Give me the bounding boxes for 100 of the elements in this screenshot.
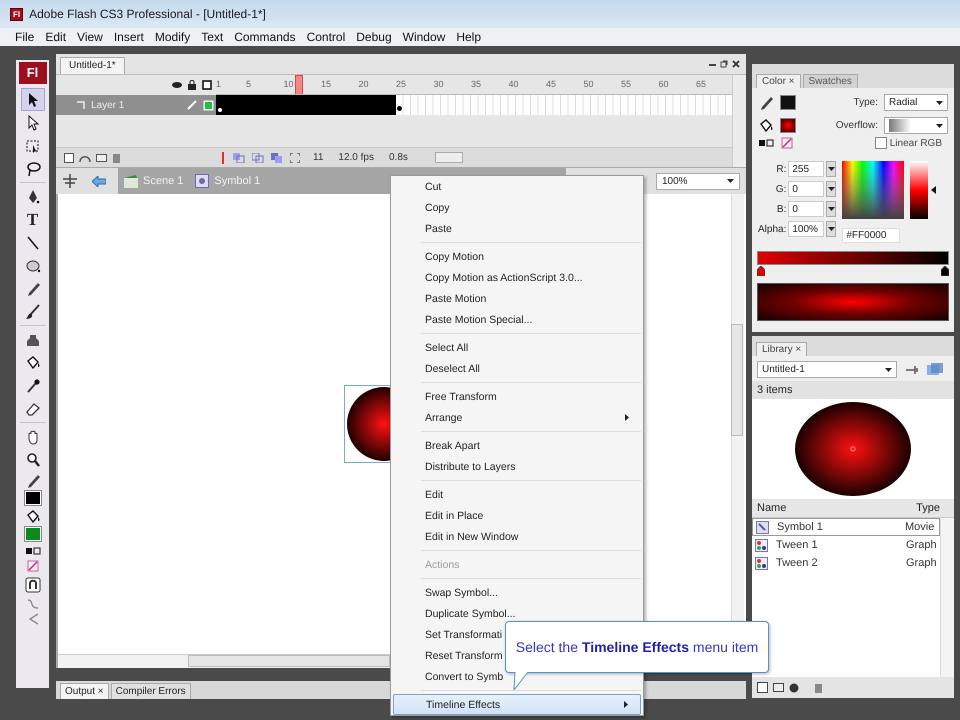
menu-item[interactable]: Break Apart [393, 435, 641, 456]
lock-icon[interactable] [188, 80, 196, 90]
menu-item[interactable]: Debug [351, 30, 397, 44]
properties-icon[interactable] [789, 682, 799, 692]
menu-item[interactable]: Cut [393, 176, 641, 197]
back-arrow-icon[interactable] [92, 176, 106, 186]
trash-icon[interactable] [112, 152, 121, 163]
zoom-dropdown[interactable]: 100% [656, 172, 740, 190]
library-item[interactable]: Tween 2 Graph [752, 554, 940, 572]
panel-tab[interactable]: Library × [756, 342, 808, 356]
circle-symbol[interactable] [344, 385, 390, 463]
brightness-slider[interactable] [910, 161, 936, 219]
menu-item[interactable]: Arrange [393, 407, 641, 428]
folder-icon[interactable] [96, 153, 107, 162]
color-stop[interactable] [941, 266, 949, 276]
column-header[interactable]: Name [757, 502, 786, 514]
menu-item[interactable]: Edit [40, 30, 72, 44]
gradient-bar[interactable] [757, 251, 949, 265]
column-header[interactable]: Type [916, 502, 940, 514]
pin-icon[interactable] [905, 364, 919, 376]
menu-item[interactable]: Window [398, 30, 450, 44]
menu-item[interactable]: Edit [393, 484, 641, 505]
menu-item[interactable]: Paste Motion Special... [393, 309, 641, 330]
scrollbar[interactable] [940, 518, 954, 677]
type-label: Type: [854, 97, 878, 108]
new-layer-icon[interactable] [64, 152, 74, 162]
outline-icon[interactable] [202, 80, 212, 90]
panel-tab[interactable]: Color × [756, 74, 801, 88]
library-dropdown[interactable]: Untitled-1 [757, 361, 897, 378]
tool-button[interactable] [20, 88, 44, 111]
channel-dropdown[interactable] [826, 161, 836, 177]
outline-color-icon[interactable] [203, 100, 214, 110]
new-symbol-icon[interactable] [757, 682, 768, 693]
timeline-toggle-icon[interactable] [62, 174, 78, 188]
library-item[interactable]: Tween 1 Graph [752, 536, 940, 554]
scroll-thumb[interactable] [731, 324, 743, 436]
channel-dropdown[interactable] [826, 181, 836, 197]
menu-item[interactable]: Control [302, 30, 350, 44]
library-item[interactable]: Symbol 1 Movie [752, 518, 940, 536]
menu-item[interactable]: Duplicate Symbol... [393, 603, 641, 624]
channel-field[interactable]: 0 [788, 181, 824, 197]
panel-tab[interactable]: Swatches [802, 74, 858, 88]
channel-dropdown[interactable] [826, 201, 836, 217]
panel-tab[interactable]: Output × [60, 683, 109, 699]
type-dropdown[interactable]: Radial [884, 94, 948, 111]
scrollbar[interactable] [732, 75, 746, 167]
color-swatch[interactable] [24, 491, 40, 505]
color-spectrum[interactable] [842, 161, 904, 219]
overflow-dropdown[interactable] [884, 117, 948, 134]
panel-tab[interactable]: Compiler Errors [110, 683, 191, 699]
color-stop[interactable] [757, 266, 765, 276]
folder-icon[interactable] [773, 683, 784, 692]
onion-outline-icon[interactable] [252, 152, 264, 162]
channel-field[interactable]: 100% [788, 221, 824, 237]
menu-item[interactable]: Select All [393, 337, 641, 358]
onion-skin-icon[interactable] [233, 152, 245, 162]
menu-item[interactable]: Edit in Place [393, 505, 641, 526]
new-library-icon[interactable] [927, 363, 943, 376]
color-swatch[interactable] [24, 527, 40, 541]
hex-field[interactable]: #FF0000 [842, 228, 900, 243]
onion-markers-icon[interactable] [290, 152, 300, 162]
menu-item[interactable]: Copy [393, 197, 641, 218]
trash-icon[interactable] [814, 682, 823, 693]
center-frame-icon[interactable] [220, 152, 226, 164]
document-tab[interactable]: Untitled-1* [60, 57, 125, 74]
menu-item[interactable]: Deselect All [393, 358, 641, 379]
menu-item[interactable]: View [72, 30, 108, 44]
menu-item[interactable]: Edit in New Window [393, 526, 641, 547]
menu-item[interactable]: Free Transform [393, 386, 641, 407]
slider-thumb[interactable] [931, 186, 936, 194]
channel-field[interactable]: 255 [788, 161, 824, 177]
menu-item[interactable]: Paste Motion [393, 288, 641, 309]
menu-item[interactable]: Paste [393, 218, 641, 239]
dropdown-arrow-icon [828, 167, 835, 171]
menu-item[interactable]: Distribute to Layers [393, 456, 641, 477]
close-icon[interactable] [732, 60, 740, 68]
menu-item[interactable]: Modify [150, 30, 196, 44]
scroll-thumb[interactable] [188, 655, 390, 667]
menu-item[interactable]: Text [196, 30, 228, 44]
channel-label: B: [776, 204, 786, 214]
menu-item[interactable]: Insert [108, 30, 149, 44]
menu-item[interactable]: Commands [229, 30, 301, 44]
edit-frames-icon[interactable] [271, 152, 283, 162]
menu-item[interactable]: File [10, 30, 40, 44]
transform-icon [24, 138, 40, 154]
menu-item[interactable]: Copy Motion as ActionScript 3.0... [393, 267, 641, 288]
channel-field[interactable]: 0 [788, 201, 824, 217]
frame-number: 45 [546, 79, 556, 89]
menu-item[interactable]: Timeline Effects [393, 694, 641, 715]
channel-dropdown[interactable] [826, 221, 836, 237]
fill-color-swatch[interactable] [780, 118, 796, 133]
linear-rgb-checkbox[interactable]: Linear RGB [874, 137, 942, 149]
text-tool[interactable]: T [20, 208, 44, 231]
eye-icon[interactable] [172, 81, 182, 89]
restore-icon[interactable] [720, 60, 728, 68]
menu-item[interactable]: Copy Motion [393, 246, 641, 267]
scroll-thumb[interactable] [434, 152, 463, 163]
menu-item[interactable]: Help [451, 30, 486, 44]
stroke-color-swatch[interactable] [780, 95, 796, 110]
menu-item[interactable]: Swap Symbol... [393, 582, 641, 603]
